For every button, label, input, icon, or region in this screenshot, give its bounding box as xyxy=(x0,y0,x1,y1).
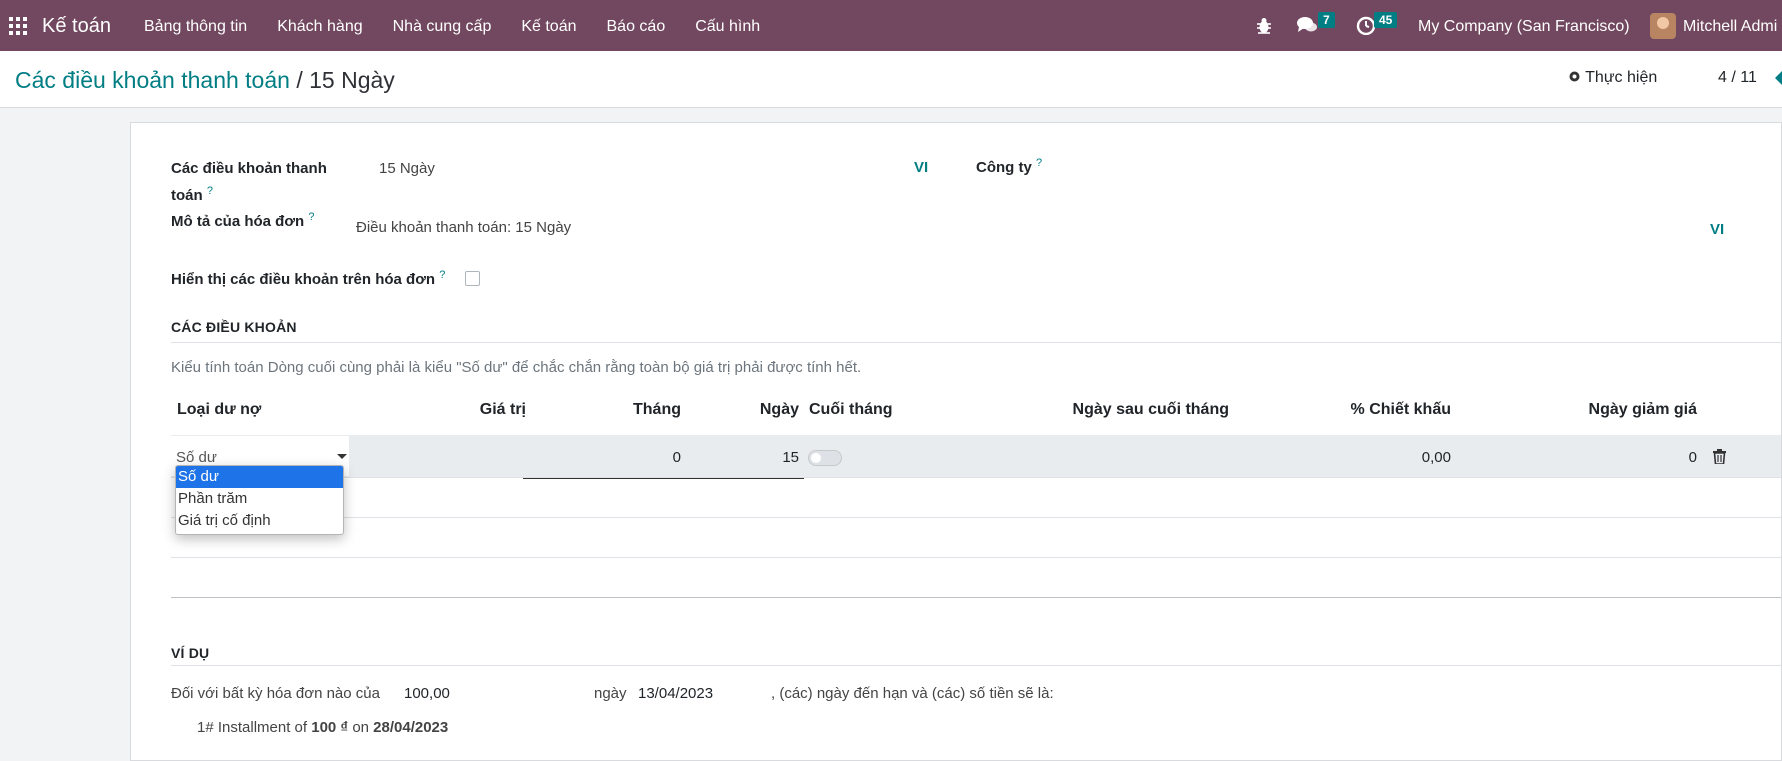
display-terms-checkbox[interactable] xyxy=(465,271,480,286)
main-menu: Bảng thông tin Khách hàng Nhà cung cấp K… xyxy=(144,18,790,36)
name-label-line1: Các điều khoản thanh xyxy=(171,160,327,177)
invoice-description-label: Mô tả của hóa đơn ? xyxy=(171,211,314,230)
action-menu-button[interactable]: Thực hiện xyxy=(1568,69,1657,87)
column-header-end-of-month[interactable]: Cuối tháng xyxy=(809,401,893,419)
example-section-divider xyxy=(171,665,1781,666)
app-brand[interactable]: Kế toán xyxy=(42,15,111,38)
menu-item-customers[interactable]: Khách hàng xyxy=(277,18,362,36)
user-avatar[interactable] xyxy=(1650,13,1676,39)
days-input[interactable]: 15 xyxy=(731,449,799,466)
display-terms-label-text: Hiển thị các điều khoản trên hóa đơn xyxy=(171,271,436,288)
column-header-discount-days[interactable]: Ngày giảm giá xyxy=(1511,401,1697,419)
display-terms-label: Hiển thị các điều khoản trên hóa đơn ? xyxy=(171,269,445,288)
terms-hint: Kiểu tính toán Dòng cuối cùng phải là ki… xyxy=(171,359,862,376)
payment-term-name-label: Các điều khoản thanh toán ? xyxy=(171,157,327,207)
table-row-divider xyxy=(171,477,1781,478)
installment-prefix: 1# Installment of xyxy=(197,719,308,736)
bug-icon[interactable] xyxy=(1256,17,1272,35)
terms-section-title: CÁC ĐIỀU KHOẢN xyxy=(171,319,297,335)
activities-count-badge: 45 xyxy=(1374,12,1398,28)
breadcrumb-current: 15 Ngày xyxy=(309,67,395,93)
description-label-text: Mô tả của hóa đơn xyxy=(171,213,305,230)
menu-item-dashboard[interactable]: Bảng thông tin xyxy=(144,18,247,36)
example-amount-input[interactable]: 100,00 xyxy=(404,685,584,702)
breadcrumb-separator: / xyxy=(296,67,303,93)
installment-on: on xyxy=(352,719,369,736)
messages-icon[interactable] xyxy=(1296,15,1318,35)
type-select-value[interactable]: Số dư xyxy=(176,449,217,466)
table-row-divider xyxy=(171,557,1781,558)
table-row-divider xyxy=(171,517,1781,518)
menu-item-configuration[interactable]: Cấu hình xyxy=(695,18,760,36)
example-date-label: ngày xyxy=(594,685,627,702)
name-translate-button[interactable]: VI xyxy=(914,159,928,176)
column-header-months[interactable]: Tháng xyxy=(611,401,681,419)
activity-clock-icon[interactable] xyxy=(1356,15,1376,35)
type-select-dropdown: Số dư Phần trăm Giá trị cố định xyxy=(175,465,344,535)
chevron-down-icon[interactable] xyxy=(337,454,347,459)
end-of-month-toggle[interactable] xyxy=(808,450,842,466)
column-header-days-after-eom[interactable]: Ngày sau cuối tháng xyxy=(1031,401,1229,419)
discount-days-input[interactable]: 0 xyxy=(1511,449,1697,466)
example-suffix: , (các) ngày đến hạn và (các) số tiền sẽ… xyxy=(771,685,1054,702)
help-tooltip-icon[interactable]: ? xyxy=(439,269,445,281)
months-input[interactable]: 0 xyxy=(611,449,681,466)
breadcrumb: Các điều khoản thanh toán / 15 Ngày xyxy=(15,67,395,94)
terms-section-divider xyxy=(171,342,1781,343)
installment-date: 28/04/2023 xyxy=(373,719,449,736)
menu-item-accounting[interactable]: Kế toán xyxy=(521,18,576,36)
control-panel: Các điều khoản thanh toán / 15 Ngày Thực… xyxy=(0,51,1782,108)
name-label-line2: toán xyxy=(171,187,203,204)
top-navbar: Kế toán Bảng thông tin Khách hàng Nhà cu… xyxy=(0,0,1782,51)
column-header-value[interactable]: Giá trị xyxy=(466,401,526,419)
help-tooltip-icon[interactable]: ? xyxy=(308,211,314,223)
gear-icon xyxy=(1569,71,1580,82)
menu-item-vendors[interactable]: Nhà cung cấp xyxy=(393,18,492,36)
menu-item-reports[interactable]: Báo cáo xyxy=(607,18,666,36)
user-menu[interactable]: Mitchell Admi xyxy=(1683,18,1777,36)
discount-input[interactable]: 0,00 xyxy=(1291,449,1451,466)
description-translate-button[interactable]: VI xyxy=(1710,221,1724,238)
breadcrumb-parent[interactable]: Các điều khoản thanh toán xyxy=(15,67,290,93)
dropdown-option-fixed[interactable]: Giá trị cố định xyxy=(176,510,343,532)
company-switcher[interactable]: My Company (San Francisco) xyxy=(1418,18,1630,36)
invoice-description-input[interactable]: Điều khoản thanh toán: 15 Ngày xyxy=(356,219,1716,236)
payment-term-name-input[interactable]: 15 Ngày xyxy=(379,160,899,177)
column-header-days[interactable]: Ngày xyxy=(731,401,799,419)
installment-amount: 100 ₫ xyxy=(311,719,349,736)
column-header-type[interactable]: Loại dư nợ xyxy=(177,401,261,419)
example-prefix: Đối với bất kỳ hóa đơn nào của xyxy=(171,685,380,702)
example-date-input[interactable]: 13/04/2023 xyxy=(638,685,768,702)
help-tooltip-icon[interactable]: ? xyxy=(207,185,213,197)
dropdown-option-balance[interactable]: Số dư xyxy=(176,466,343,488)
dropdown-option-percent[interactable]: Phần trăm xyxy=(176,488,343,510)
example-installment-line: 1# Installment of 100 ₫ on 28/04/2023 xyxy=(197,719,448,736)
action-menu-label: Thực hiện xyxy=(1585,69,1658,86)
help-tooltip-icon[interactable]: ? xyxy=(1036,157,1042,169)
form-sheet: Các điều khoản thanh toán ? 15 Ngày VI C… xyxy=(130,122,1782,761)
column-header-discount[interactable]: % Chiết khấu xyxy=(1291,401,1451,419)
pager-value[interactable]: 4 / 11 xyxy=(1718,69,1757,87)
app-grid-icon[interactable] xyxy=(9,17,27,35)
example-section-title: VÍ DỤ xyxy=(171,645,210,661)
table-bottom-divider xyxy=(171,597,1781,598)
company-label-text: Công ty xyxy=(976,159,1032,176)
company-field[interactable] xyxy=(1131,157,1731,179)
messages-count-badge: 7 xyxy=(1318,12,1335,28)
trash-icon[interactable] xyxy=(1713,449,1726,464)
pager-previous-icon[interactable] xyxy=(1775,71,1782,85)
company-label: Công ty ? xyxy=(976,157,1042,176)
